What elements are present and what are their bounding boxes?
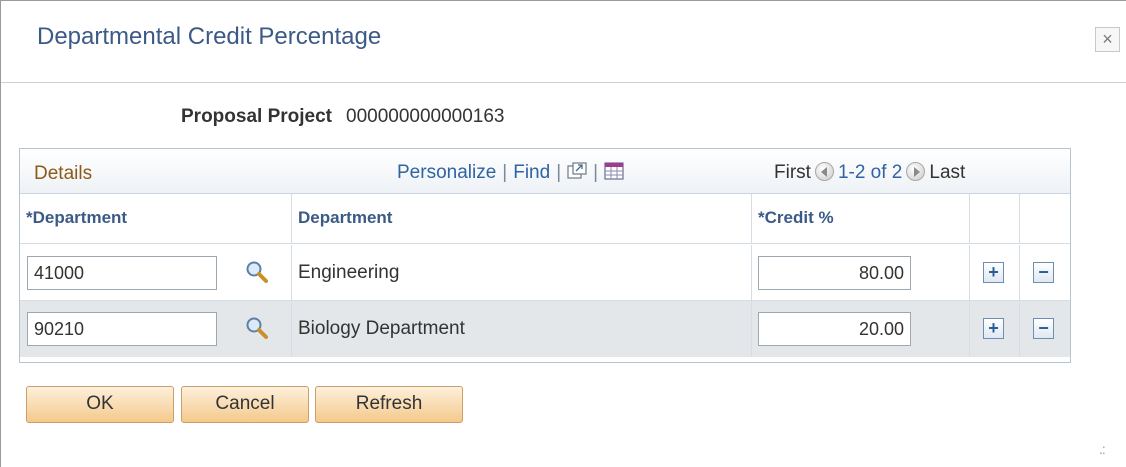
first-link[interactable]: First: [774, 162, 811, 183]
last-link[interactable]: Last: [929, 162, 965, 183]
grid-tools: Personalize | Find | |: [397, 162, 624, 184]
department-name-cell: Biology Department: [292, 301, 752, 357]
proposal-project-label: Proposal Project: [181, 106, 332, 127]
magnifier-icon[interactable]: [245, 316, 269, 340]
separator: |: [502, 162, 508, 183]
table-row: Engineering + −: [20, 245, 1070, 301]
column-header-remove: [1020, 194, 1070, 244]
cancel-button[interactable]: Cancel: [181, 386, 309, 423]
remove-cell: −: [1020, 245, 1070, 301]
new-window-icon[interactable]: [567, 162, 587, 180]
spreadsheet-icon[interactable]: [604, 162, 624, 180]
remove-row-button[interactable]: −: [1033, 318, 1054, 339]
remove-cell: −: [1020, 301, 1070, 357]
add-cell: +: [970, 245, 1020, 301]
resize-grip-icon[interactable]: .:: [1099, 441, 1106, 457]
row-range: 1-2 of 2: [837, 162, 903, 183]
table-row: Biology Department + −: [20, 301, 1070, 357]
proposal-project-field: Proposal Project 000000000000163: [181, 106, 505, 128]
credit-cell: [752, 245, 970, 301]
grid-navigation: First 1-2 of 2 Last: [774, 161, 965, 184]
add-cell: +: [970, 301, 1020, 357]
previous-arrow-icon[interactable]: [814, 161, 834, 181]
title-bar: Departmental Credit Percentage ×: [1, 1, 1126, 83]
separator: |: [556, 162, 562, 183]
ok-button[interactable]: OK: [26, 386, 174, 423]
credit-input[interactable]: [758, 312, 911, 346]
next-arrow-icon[interactable]: [906, 161, 926, 181]
credit-input[interactable]: [758, 256, 911, 290]
separator: |: [593, 162, 599, 183]
dialog: Departmental Credit Percentage × Proposa…: [0, 0, 1126, 467]
column-header-department-id[interactable]: *Department: [20, 194, 292, 244]
credit-cell: [752, 301, 970, 357]
grid-header: Details Personalize | Find | | First 1-2 of 2…: [20, 149, 1070, 194]
column-header-add: [970, 194, 1020, 244]
department-id-cell: [20, 245, 292, 301]
add-row-button[interactable]: +: [983, 318, 1004, 339]
close-button[interactable]: ×: [1095, 27, 1120, 52]
department-id-input[interactable]: [27, 312, 217, 346]
department-id-input[interactable]: [27, 256, 217, 290]
add-row-button[interactable]: +: [983, 262, 1004, 283]
column-header-department-name[interactable]: Department: [292, 194, 752, 244]
find-link[interactable]: Find: [513, 162, 550, 183]
grid-title: Details: [34, 163, 93, 184]
details-grid: Details Personalize | Find | | First 1-2 of 2…: [19, 148, 1071, 363]
refresh-button[interactable]: Refresh: [315, 386, 463, 423]
personalize-link[interactable]: Personalize: [397, 162, 496, 183]
department-name: Engineering: [298, 262, 400, 283]
department-name: Biology Department: [298, 318, 465, 339]
magnifier-icon[interactable]: [245, 260, 269, 284]
proposal-project-value: 000000000000163: [346, 106, 505, 127]
department-name-cell: Engineering: [292, 245, 752, 301]
remove-row-button[interactable]: −: [1033, 262, 1054, 283]
dialog-title: Departmental Credit Percentage: [37, 23, 382, 50]
department-id-cell: [20, 301, 292, 357]
column-header-credit[interactable]: *Credit %: [752, 194, 970, 244]
